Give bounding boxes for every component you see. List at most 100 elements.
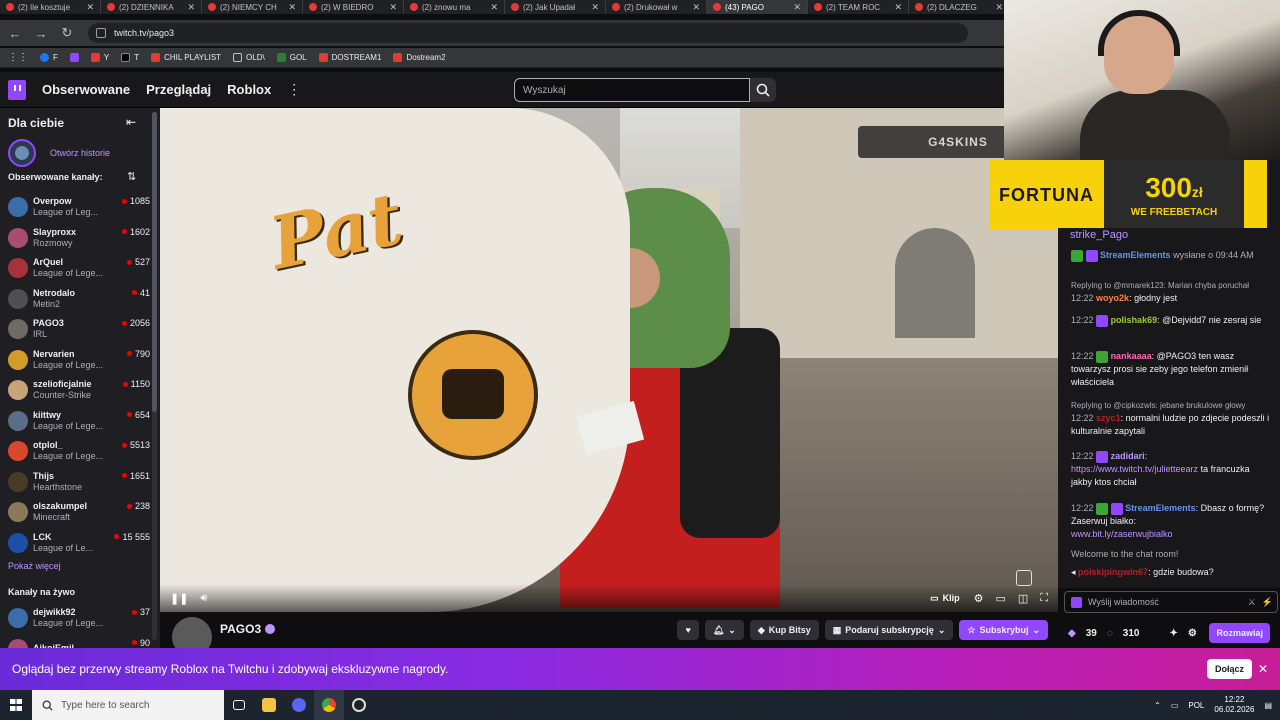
- browser-tab[interactable]: (2) Jak Upadał ✕: [505, 0, 606, 14]
- fullscreen-icon[interactable]: ⛶: [1040, 592, 1048, 605]
- collapse-sidebar-icon[interactable]: ⇤: [126, 115, 136, 129]
- bookmark-facebook[interactable]: F: [40, 53, 58, 62]
- browser-tab[interactable]: (2) Ile kosztuje ✕: [0, 0, 101, 14]
- start-button[interactable]: [0, 690, 32, 720]
- browser-tab[interactable]: (43) PAGO ✕: [707, 0, 808, 14]
- sidebar-channel[interactable]: Nervarien League of Lege... 790: [8, 346, 150, 374]
- notifications-button[interactable]: 🔔︎ ⌄: [704, 620, 744, 640]
- more-options-icon[interactable]: ⋮: [287, 81, 301, 98]
- gift-sub-button[interactable]: ▦ Podaruj subskrypcję ⌄: [824, 620, 954, 640]
- close-tab-icon[interactable]: ✕: [591, 2, 599, 13]
- close-tab-icon[interactable]: ✕: [995, 2, 1003, 13]
- sort-icon[interactable]: ⇅: [127, 170, 136, 183]
- chat-input[interactable]: Wyślij wiadomość ⚔ ⚡: [1064, 591, 1278, 613]
- task-view-icon[interactable]: [224, 690, 254, 720]
- browser-tab[interactable]: (2) DLACZEG ✕: [909, 0, 1010, 14]
- join-button[interactable]: Dołącz: [1206, 659, 1252, 679]
- back-icon[interactable]: ←: [4, 22, 26, 44]
- browser-tab[interactable]: (2) DZIENNIKA ✕: [101, 0, 202, 14]
- stories-row[interactable]: Otwórz historie: [8, 139, 110, 167]
- channel-points-icon[interactable]: ◌: [1107, 628, 1113, 639]
- close-tab-icon[interactable]: ✕: [86, 2, 94, 13]
- settings-icon[interactable]: ⚙: [974, 592, 984, 605]
- theatre-mode-icon[interactable]: ▭: [995, 592, 1005, 605]
- nav-browse[interactable]: Przeglądaj: [146, 82, 211, 97]
- volume-icon[interactable]: 🔊︎: [200, 592, 207, 605]
- close-icon[interactable]: ✕: [1258, 662, 1268, 676]
- clip-button[interactable]: ▭ Klip: [930, 593, 960, 604]
- browser-tab[interactable]: (2) TEAM ROC ✕: [808, 0, 909, 14]
- discord-icon[interactable]: [284, 690, 314, 720]
- reload-icon[interactable]: ↻: [56, 22, 78, 44]
- close-tab-icon[interactable]: ✕: [187, 2, 195, 13]
- sidebar-channel[interactable]: Overpow League of Leg... 1085: [8, 193, 150, 221]
- sidebar-scrollbar[interactable]: [152, 112, 157, 640]
- chevron-up-icon[interactable]: ⌃: [1154, 701, 1161, 710]
- language-indicator[interactable]: POL: [1188, 701, 1204, 710]
- close-tab-icon[interactable]: ✕: [894, 2, 902, 13]
- sidebar-channel[interactable]: otplol_ League of Lege... 5513: [8, 437, 150, 465]
- bookmark-twitch[interactable]: [69, 53, 79, 62]
- bookmark-dostream1[interactable]: DOSTREAM1: [318, 53, 381, 62]
- emote-icon[interactable]: ⚔: [1248, 597, 1256, 608]
- nav-category[interactable]: Roblox: [227, 82, 271, 97]
- bookmark-chil-playlist[interactable]: CHIL PLAYLIST: [151, 53, 221, 62]
- sidebar-channel[interactable]: dejwikk92 League of Lege... 37: [8, 604, 150, 632]
- forward-icon[interactable]: →: [30, 22, 52, 44]
- subscribe-button[interactable]: ☆ Subskrybuj ⌄: [959, 620, 1048, 640]
- close-tab-icon[interactable]: ✕: [288, 2, 296, 13]
- chat-send-button[interactable]: Rozmawiaj: [1209, 623, 1270, 643]
- close-tab-icon[interactable]: ✕: [490, 2, 498, 13]
- bookmark-gol[interactable]: GOL: [276, 53, 307, 62]
- open-stories-link[interactable]: Otwórz historie: [50, 148, 110, 158]
- sidebar-channel[interactable]: LCK League of Le... 15 555: [8, 529, 150, 557]
- close-tab-icon[interactable]: ✕: [389, 2, 397, 13]
- extension-icon[interactable]: [1016, 570, 1032, 586]
- taskbar-search[interactable]: Type here to search: [32, 690, 224, 720]
- bookmark-youtube[interactable]: Y: [90, 53, 109, 62]
- follow-heart-button[interactable]: ♥: [677, 620, 699, 640]
- twitch-logo-icon[interactable]: [8, 79, 26, 100]
- clock[interactable]: 12:22 06.02.2026: [1214, 695, 1254, 715]
- browser-tab[interactable]: (2) znowu ma ✕: [404, 0, 505, 14]
- buy-bits-button[interactable]: ◆ Kup Bitsy: [749, 620, 819, 640]
- browser-tab[interactable]: (2) NIEMCY CH ✕: [202, 0, 303, 14]
- search-input[interactable]: Wyszukaj: [514, 78, 750, 102]
- chat-link[interactable]: www.bit.ly/zaserwujbialko: [1071, 529, 1173, 539]
- obs-icon[interactable]: [344, 690, 374, 720]
- sidebar-channel[interactable]: szelioficjalnie Counter-Strike 1150: [8, 376, 150, 404]
- sidebar-channel[interactable]: ArQuel League of Lege... 527: [8, 254, 150, 282]
- chat-link[interactable]: https://www.twitch.tv/julietteearz: [1071, 464, 1198, 474]
- notifications-icon[interactable]: ▤: [1264, 701, 1272, 710]
- show-more-link[interactable]: Pokaż więcej: [8, 561, 61, 571]
- boost-icon[interactable]: ✦: [1169, 628, 1177, 639]
- apps-icon[interactable]: ⋮⋮: [8, 52, 28, 63]
- sidebar-channel[interactable]: Netrodalo Metin2 41: [8, 285, 150, 313]
- sidebar-channel[interactable]: Slayproxx Rozmowy 1602: [8, 224, 150, 252]
- browser-tab[interactable]: (2) Drukował w ✕: [606, 0, 707, 14]
- bits-cheer-icon[interactable]: ⚡: [1262, 597, 1273, 608]
- url-field[interactable]: twitch.tv/pago3: [88, 23, 968, 43]
- bookmark-dostream2[interactable]: Dostream2: [393, 53, 446, 62]
- video-player[interactable]: Pat G4SKINS: [160, 108, 1058, 612]
- sidebar-channel[interactable]: olszakumpel Minecraft 238: [8, 498, 150, 526]
- browser-tab[interactable]: (2) W BIEDRO ✕: [303, 0, 404, 14]
- channel-name[interactable]: PAGO3: [220, 622, 261, 636]
- close-tab-icon[interactable]: ✕: [692, 2, 700, 13]
- chrome-icon[interactable]: [314, 690, 344, 720]
- sidebar-channel[interactable]: Thijs Hearthstone 1651: [8, 468, 150, 496]
- site-info-icon[interactable]: [96, 28, 106, 38]
- network-icon[interactable]: ▭: [1171, 701, 1179, 710]
- sidebar-channel[interactable]: kiittwy League of Lege... 654: [8, 407, 150, 435]
- pause-icon[interactable]: ❚❚: [170, 592, 188, 605]
- popout-icon[interactable]: ◫: [1018, 592, 1028, 605]
- bookmark-x[interactable]: T: [121, 53, 139, 62]
- close-tab-icon[interactable]: ✕: [793, 2, 801, 13]
- nav-followed[interactable]: Obserwowane: [42, 82, 130, 97]
- file-explorer-icon[interactable]: [254, 690, 284, 720]
- bookmark-old[interactable]: OLD\: [233, 53, 265, 62]
- chat-identity-icon[interactable]: [1071, 596, 1082, 608]
- sidebar-channel[interactable]: PAGO3 IRL 2056: [8, 315, 150, 343]
- search-button[interactable]: [750, 78, 776, 102]
- chat-username[interactable]: strike_Pago: [1070, 229, 1128, 241]
